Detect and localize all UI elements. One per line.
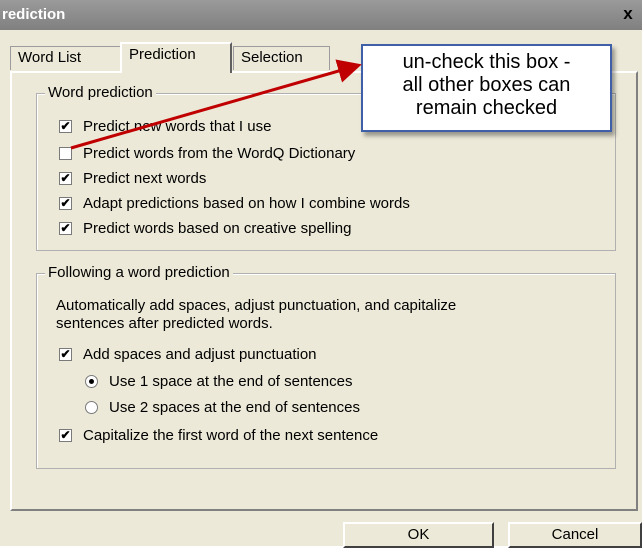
- option-label: Capitalize the first word of the next se…: [83, 426, 379, 444]
- radio-one-space[interactable]: Use 1 space at the end of sentences: [85, 370, 353, 392]
- following-description: Automatically add spaces, adjust punctua…: [56, 297, 456, 333]
- radio-label: Use 2 spaces at the end of sentences: [109, 398, 360, 416]
- checkbox-predict-dictionary-words[interactable]: [59, 146, 72, 160]
- option-predict-dictionary-words[interactable]: Predict words from the WordQ Dictionary: [59, 142, 355, 164]
- following-prediction-legend: Following a word prediction: [45, 264, 233, 282]
- option-label: Predict words based on creative spelling: [83, 219, 352, 237]
- option-label: Predict words from the WordQ Dictionary: [83, 144, 356, 162]
- checkbox-predict-next-words[interactable]: ✔: [59, 171, 72, 185]
- title-bar: rediction x: [0, 0, 642, 30]
- option-creative-spelling[interactable]: ✔ Predict words based on creative spelli…: [59, 217, 351, 239]
- option-label: Add spaces and adjust punctuation: [83, 345, 317, 363]
- window-title: rediction: [2, 6, 66, 23]
- tab-word-list[interactable]: Word List: [10, 46, 121, 70]
- radio-two-spaces[interactable]: Use 2 spaces at the end of sentences: [85, 396, 360, 418]
- radio-label: Use 1 space at the end of sentences: [109, 372, 353, 390]
- annotation-callout: un-check this box - all other boxes can …: [361, 44, 612, 132]
- word-prediction-legend: Word prediction: [45, 84, 156, 102]
- tab-selection[interactable]: Selection: [233, 46, 330, 70]
- option-add-spaces[interactable]: ✔ Add spaces and adjust punctuation: [59, 343, 317, 365]
- option-predict-next-words[interactable]: ✔ Predict next words: [59, 167, 206, 189]
- callout-line-2: all other boxes can: [402, 74, 571, 96]
- radio-button-two-spaces[interactable]: [85, 400, 98, 414]
- description-line-1: Automatically add spaces, adjust punctua…: [56, 297, 457, 314]
- option-predict-new-words[interactable]: ✔ Predict new words that I use: [59, 115, 271, 137]
- tab-selection-label: Selection: [241, 49, 303, 66]
- checkbox-creative-spelling[interactable]: ✔: [59, 221, 72, 235]
- option-label: Predict next words: [83, 169, 207, 187]
- checkbox-predict-new-words[interactable]: ✔: [59, 119, 72, 133]
- callout-line-3: remain checked: [415, 97, 558, 119]
- ok-button[interactable]: OK: [343, 522, 494, 548]
- tab-word-list-label: Word List: [18, 49, 82, 66]
- checkbox-capitalize[interactable]: ✔: [59, 428, 72, 442]
- tab-prediction-label: Prediction: [129, 46, 196, 63]
- option-capitalize[interactable]: ✔ Capitalize the first word of the next …: [59, 424, 378, 446]
- cancel-button[interactable]: Cancel: [508, 522, 642, 548]
- option-label: Adapt predictions based on how I combine…: [83, 194, 410, 212]
- tab-prediction[interactable]: Prediction: [120, 42, 232, 73]
- option-label: Predict new words that I use: [83, 117, 272, 135]
- checkbox-adapt-predictions[interactable]: ✔: [59, 196, 72, 210]
- description-line-2: sentences after predicted words.: [56, 315, 273, 332]
- option-adapt-predictions[interactable]: ✔ Adapt predictions based on how I combi…: [59, 192, 410, 214]
- radio-button-one-space[interactable]: [85, 374, 98, 388]
- checkbox-add-spaces[interactable]: ✔: [59, 347, 72, 361]
- callout-line-1: un-check this box -: [402, 51, 571, 73]
- close-icon[interactable]: x: [618, 1, 638, 27]
